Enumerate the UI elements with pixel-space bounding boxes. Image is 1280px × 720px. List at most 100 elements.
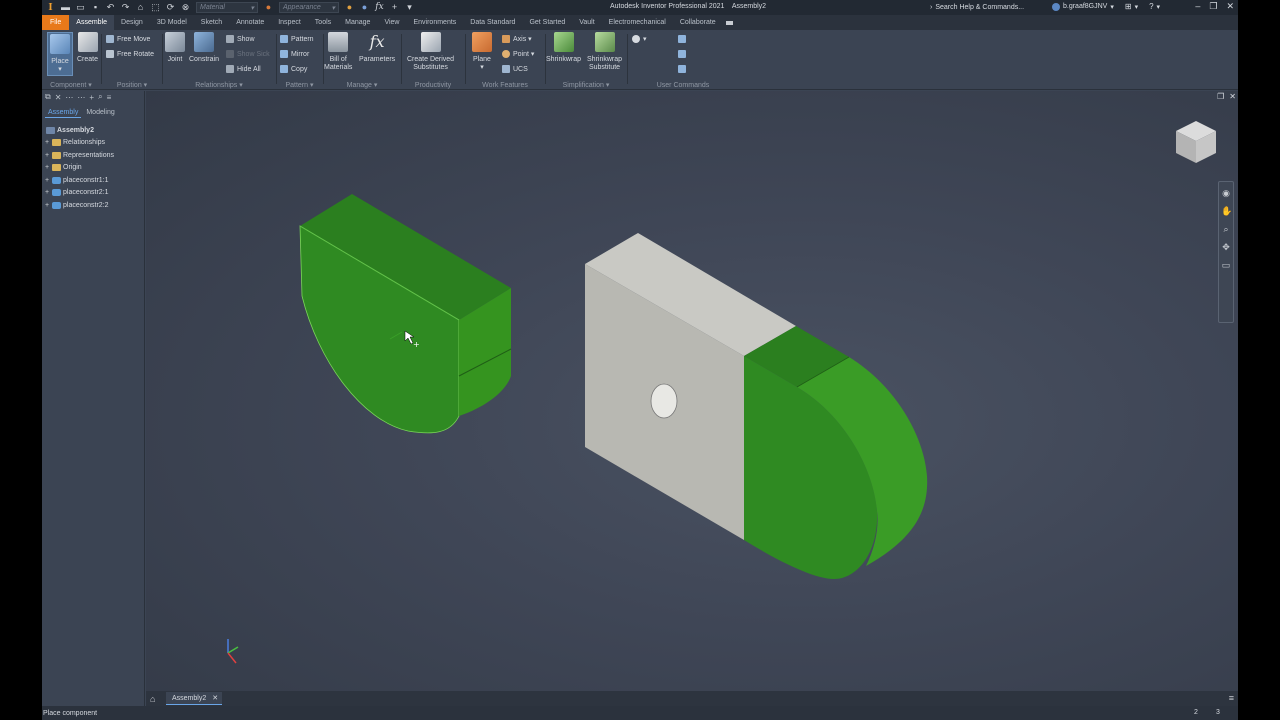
tab-data-standard[interactable]: Data Standard — [463, 15, 522, 30]
part-placeconstr2[interactable] — [585, 233, 928, 579]
close-icon[interactable]: ✕ — [1226, 1, 1234, 12]
steering-wheel-icon[interactable]: ◉ — [1221, 188, 1231, 198]
tab-file[interactable]: File — [42, 15, 70, 30]
tree-node[interactable]: Assembly2 — [42, 124, 144, 137]
close-icon[interactable]: ✕ — [55, 93, 62, 102]
hide-all-button[interactable]: Hide All — [226, 63, 261, 75]
restore-icon[interactable]: ❐ — [1209, 1, 1217, 12]
close-icon[interactable]: ✕ — [212, 694, 218, 702]
menu-icon[interactable]: ≡ — [107, 93, 112, 102]
panel-label-manage[interactable]: Manage ▾ — [324, 81, 400, 89]
pin-icon[interactable]: ⧉ — [45, 92, 51, 102]
tab-manage[interactable]: Manage — [338, 15, 377, 30]
shrinkwrap-button[interactable]: Shrinkwrap — [546, 32, 581, 64]
tab-get-started[interactable]: Get Started — [522, 15, 572, 30]
user-command-3[interactable] — [678, 63, 686, 75]
place-button[interactable]: Place ▾ — [47, 32, 73, 76]
select-icon[interactable]: ⬚ — [151, 3, 160, 12]
cart-icon[interactable]: ⊞ — [1125, 2, 1132, 11]
tab-tools[interactable]: Tools — [308, 15, 338, 30]
home-icon[interactable]: ⌂ — [150, 694, 160, 704]
color-icon[interactable]: ● — [345, 3, 354, 12]
point-button[interactable]: Point ▾ — [502, 48, 534, 60]
graphics-viewport[interactable]: ❐ ✕ + ◉ ✋ ⌕ ✥ ▭ — [146, 91, 1238, 691]
show-button[interactable]: Show — [226, 33, 255, 45]
expand-icon[interactable]: + — [44, 202, 50, 209]
expand-icon[interactable]: + — [44, 189, 50, 196]
tree-node[interactable]: + placeconstr1:1 — [42, 174, 144, 187]
tab-collaborate[interactable]: Collaborate — [673, 15, 723, 30]
create-derived-substitutes-button[interactable]: Create Derived Substitutes — [407, 32, 454, 72]
bill-of-materials-button[interactable]: Bill of Materials — [324, 32, 352, 72]
tree-node[interactable]: + Relationships — [42, 137, 144, 150]
tree-node[interactable]: + placeconstr2:2 — [42, 199, 144, 212]
ucs-button[interactable]: UCS — [502, 63, 528, 75]
expand-icon[interactable]: + — [44, 139, 50, 146]
panel-label-simplification[interactable]: Simplification ▾ — [546, 81, 626, 89]
tab-assembly[interactable]: Assembly — [45, 108, 82, 118]
look-at-icon[interactable]: ▭ — [1221, 260, 1231, 270]
pan-icon[interactable]: ✋ — [1221, 206, 1232, 216]
save-icon[interactable]: ▪ — [91, 3, 100, 12]
create-button[interactable]: Create — [77, 32, 98, 64]
user-command-2[interactable] — [678, 48, 686, 60]
search-icon[interactable]: ⌕ — [98, 92, 102, 102]
tab-environments[interactable]: Environments — [406, 15, 463, 30]
tab-assemble[interactable]: Assemble — [69, 15, 115, 30]
user-menu[interactable]: b.graaf8GJNV ▾ ⊞ ▾ ? ▾ — [1052, 2, 1160, 11]
filter-icon[interactable]: ⋯ — [65, 93, 73, 102]
expand-icon[interactable]: ⋯ — [77, 93, 85, 102]
expand-icon[interactable]: + — [44, 152, 50, 159]
new-icon[interactable]: ▬ — [61, 3, 70, 12]
free-rotate-button[interactable]: Free Rotate — [106, 48, 154, 60]
panel-label-component[interactable]: Component ▾ — [42, 81, 100, 89]
zoom-icon[interactable]: ⌕ — [1221, 224, 1231, 234]
tab-modeling[interactable]: Modeling — [83, 108, 117, 118]
redo-icon[interactable]: ↷ — [121, 3, 130, 12]
free-move-button[interactable]: Free Move — [106, 33, 150, 45]
joint-button[interactable]: Joint — [165, 32, 185, 64]
tab-vault[interactable]: Vault — [572, 15, 601, 30]
add-icon[interactable]: + — [89, 93, 94, 102]
tree-node[interactable]: + Representations — [42, 149, 144, 162]
inventor-logo-icon[interactable]: I — [46, 2, 55, 13]
ribbon-display-toggle-icon[interactable] — [723, 15, 737, 30]
appearance-dropdown[interactable]: Appearance ▾ — [279, 2, 339, 13]
tab-annotate[interactable]: Annotate — [229, 15, 271, 30]
menu-icon[interactable]: ≡ — [1229, 693, 1234, 703]
axis-button[interactable]: Axis ▾ — [502, 33, 532, 45]
tree-node[interactable]: + Origin — [42, 162, 144, 175]
tab-design[interactable]: Design — [114, 15, 150, 30]
shrinkwrap-substitute-button[interactable]: Shrinkwrap Substitute — [587, 32, 622, 72]
home-icon[interactable]: ⌂ — [136, 3, 145, 12]
panel-label-pattern[interactable]: Pattern ▾ — [277, 81, 322, 89]
help-icon[interactable]: ? — [1149, 2, 1153, 11]
tree-node[interactable]: + placeconstr2:1 — [42, 187, 144, 200]
help-search[interactable]: › Search Help & Commands... — [930, 2, 1042, 13]
close-material-icon[interactable]: ⊗ — [181, 3, 190, 12]
panel-label-relationships[interactable]: Relationships ▾ — [163, 81, 275, 89]
tab-inspect[interactable]: Inspect — [271, 15, 308, 30]
tab-3d-model[interactable]: 3D Model — [150, 15, 194, 30]
part-placeconstr1[interactable] — [299, 194, 512, 434]
update-icon[interactable]: ⟳ — [166, 3, 175, 12]
plane-button[interactable]: Plane ▾ — [472, 32, 492, 72]
tab-electromechanical[interactable]: Electromechanical — [602, 15, 673, 30]
show-sick-button[interactable]: Show Sick — [226, 48, 270, 60]
function-icon[interactable]: fx — [375, 3, 384, 12]
customize-icon[interactable]: ▾ — [405, 3, 414, 12]
parameters-button[interactable]: fx Parameters — [359, 32, 395, 64]
appearance-clear-icon[interactable]: ● — [360, 3, 369, 12]
expand-icon[interactable]: + — [44, 164, 50, 171]
pattern-button[interactable]: Pattern — [280, 33, 314, 45]
mirror-button[interactable]: Mirror — [280, 48, 309, 60]
user-command-dropdown[interactable]: ▾ — [632, 33, 647, 45]
tab-view[interactable]: View — [377, 15, 406, 30]
panel-label-position[interactable]: Position ▾ — [102, 81, 162, 89]
user-command-1[interactable] — [678, 33, 686, 45]
viewcube[interactable] — [1174, 119, 1218, 165]
plus-icon[interactable]: + — [390, 3, 399, 12]
material-dropdown[interactable]: Material ▾ — [196, 2, 258, 13]
document-tab[interactable]: Assembly2 ✕ — [166, 692, 223, 705]
copy-button[interactable]: Copy — [280, 63, 307, 75]
